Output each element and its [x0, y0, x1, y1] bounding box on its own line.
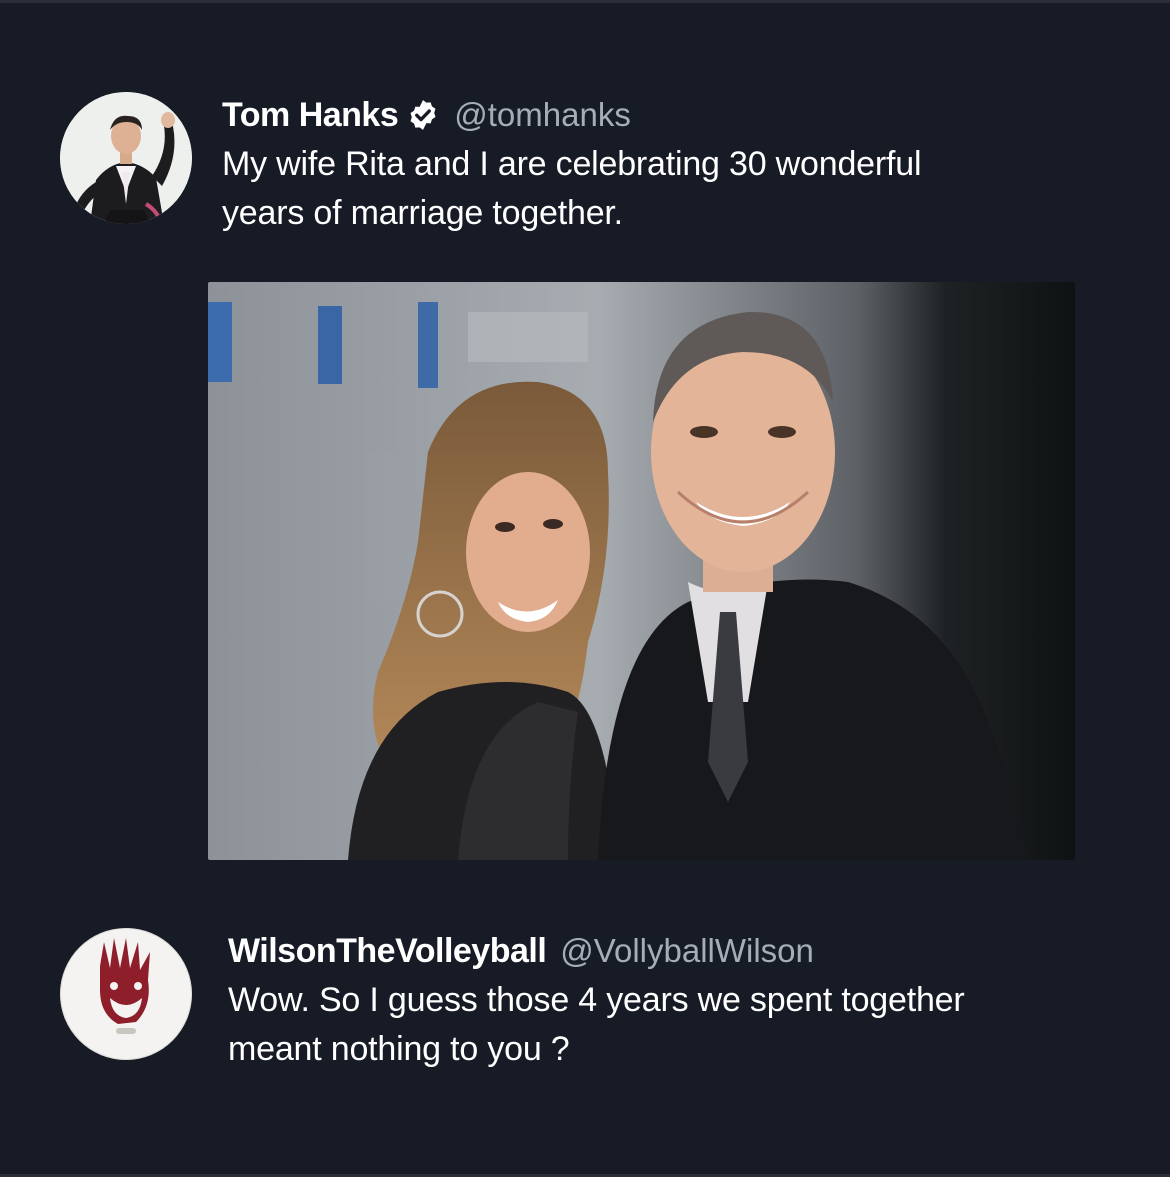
tweet-text: Wow. So I guess those 4 years we spent t…	[228, 976, 1128, 1074]
couple-photo-icon	[208, 282, 1075, 860]
tweet-text-line-2: years of marriage together.	[222, 194, 623, 232]
tweet-header: Tom Hanks @tomhanks	[222, 92, 1122, 138]
user-handle[interactable]: @tomhanks	[454, 96, 631, 134]
tweet-text-line-1: My wife Rita and I are celebrating 30 wo…	[222, 145, 922, 183]
tweet-text-line-2: meant nothing to you ?	[228, 1030, 570, 1068]
tweet-content: Tom Hanks @tomhanks My wife Rita and I a…	[222, 92, 1122, 238]
person-avatar-icon	[60, 92, 192, 224]
tom-hanks-avatar[interactable]	[60, 92, 192, 224]
tweet-text: My wife Rita and I are celebrating 30 wo…	[222, 140, 1122, 238]
display-name[interactable]: Tom Hanks	[222, 96, 399, 135]
tweet-content: WilsonTheVolleyball @VollyballWilson Wow…	[228, 928, 1128, 1074]
verified-badge-icon	[410, 100, 436, 130]
tweet-text-line-1: Wow. So I guess those 4 years we spent t…	[228, 981, 965, 1019]
tweet-photo[interactable]	[208, 282, 1075, 860]
tweet-header: WilsonTheVolleyball @VollyballWilson	[228, 928, 1128, 974]
user-handle[interactable]: @VollyballWilson	[560, 932, 814, 970]
display-name[interactable]: WilsonTheVolleyball	[228, 932, 547, 971]
volleyball-avatar-icon	[60, 928, 192, 1060]
wilson-avatar[interactable]	[60, 928, 192, 1060]
